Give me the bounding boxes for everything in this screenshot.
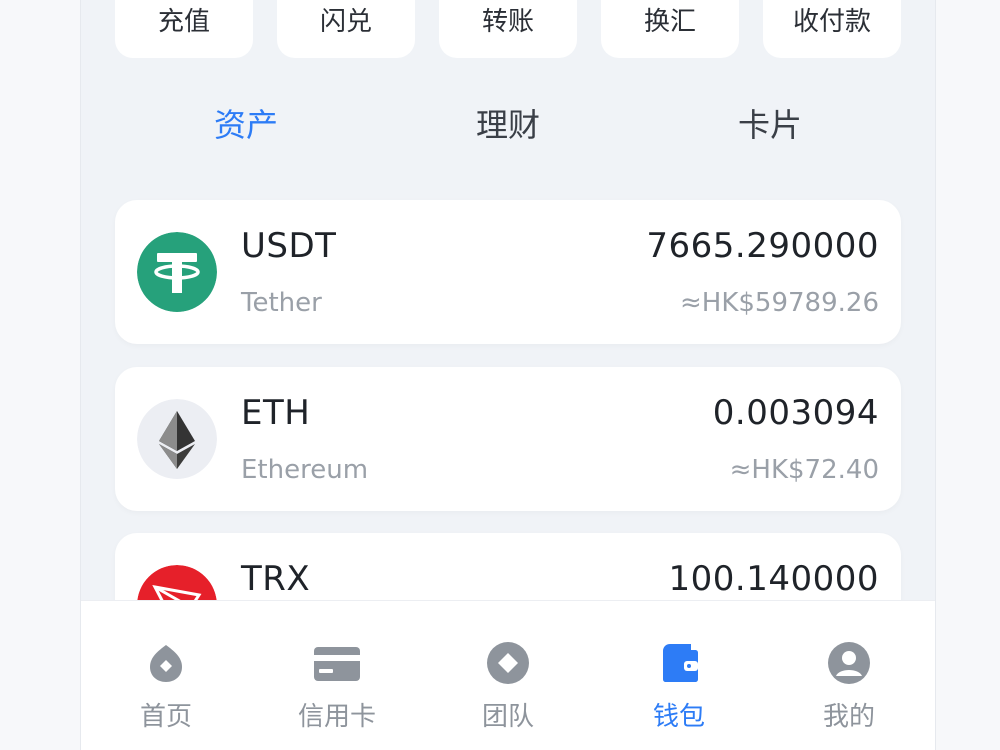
deposit-button[interactable]: 充值: [115, 0, 253, 58]
wallet-icon: [657, 641, 701, 685]
asset-tabs: 资产 理财 卡片: [115, 100, 901, 160]
asset-symbol: TRX: [241, 559, 311, 599]
tab-cards[interactable]: 卡片: [738, 100, 802, 146]
asset-symbol: ETH: [241, 393, 311, 433]
flash-swap-label: 闪兑: [319, 7, 372, 37]
transfer-label: 转账: [481, 7, 534, 37]
credit-card-icon: [313, 641, 361, 685]
receive-pay-button[interactable]: 收付款: [763, 0, 901, 58]
profile-icon: [827, 641, 871, 685]
asset-amount: 100.140000: [668, 559, 879, 599]
asset-fiat-value: ≈HK$59789.26: [680, 288, 879, 318]
team-icon: [486, 641, 530, 685]
wallet-screen: 充值 闪兑 转账 换汇 收付款 资产 理财 卡片 USDT Tether 766…: [80, 0, 936, 750]
usdt-icon: [137, 232, 217, 312]
flash-swap-button[interactable]: 闪兑: [277, 0, 415, 58]
asset-name: Ethereum: [241, 455, 369, 485]
nav-wallet-label: 钱包: [652, 702, 705, 732]
home-icon: [144, 641, 188, 685]
asset-amount: 0.003094: [712, 393, 879, 433]
nav-wallet[interactable]: 钱包: [609, 601, 749, 750]
tab-assets[interactable]: 资产: [214, 100, 278, 146]
nav-credit-card-label: 信用卡: [297, 702, 376, 732]
nav-team[interactable]: 团队: [438, 601, 578, 750]
asset-card-usdt[interactable]: USDT Tether 7665.290000 ≈HK$59789.26: [115, 200, 901, 344]
nav-home[interactable]: 首页: [96, 601, 236, 750]
asset-amount: 7665.290000: [646, 226, 879, 266]
exchange-label: 换汇: [643, 7, 696, 37]
nav-profile[interactable]: 我的: [779, 601, 919, 750]
exchange-button[interactable]: 换汇: [601, 0, 739, 58]
asset-fiat-value: ≈HK$72.40: [729, 455, 879, 485]
receive-pay-label: 收付款: [792, 7, 871, 37]
tab-wealth[interactable]: 理财: [476, 100, 540, 146]
bottom-nav: 首页 信用卡 团队 钱包 我的: [81, 600, 935, 750]
nav-home-label: 首页: [139, 702, 192, 732]
nav-profile-label: 我的: [822, 702, 875, 732]
eth-icon: [137, 399, 217, 479]
asset-symbol: USDT: [241, 226, 337, 266]
asset-card-eth[interactable]: ETH Ethereum 0.003094 ≈HK$72.40: [115, 367, 901, 511]
deposit-label: 充值: [157, 7, 210, 37]
quick-actions: 充值 闪兑 转账 换汇 收付款: [115, 0, 901, 58]
nav-credit-card[interactable]: 信用卡: [267, 601, 407, 750]
transfer-button[interactable]: 转账: [439, 0, 577, 58]
nav-team-label: 团队: [481, 702, 534, 732]
asset-name: Tether: [241, 288, 322, 318]
